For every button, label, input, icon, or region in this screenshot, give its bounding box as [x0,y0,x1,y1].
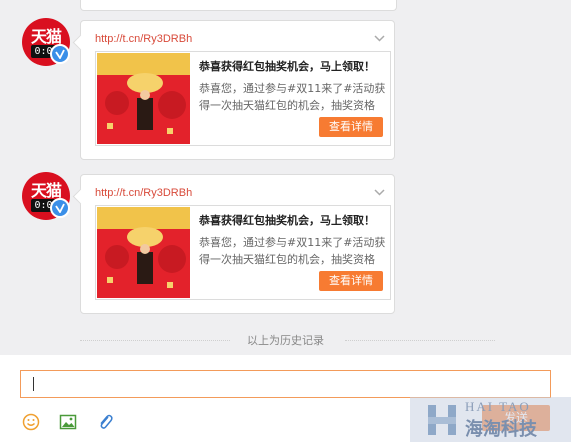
smiley-icon[interactable] [22,413,40,431]
promo-card[interactable]: 恭喜获得红包抽奖机会，马上领取！ 恭喜您，通过参与#双11来了#活动获得一次抽天… [95,51,391,146]
text-caret [33,377,34,391]
h-logo-icon [428,405,456,435]
promo-title: 恭喜获得红包抽奖机会，马上领取！ [199,60,375,73]
message-bubble: http://t.cn/Ry3DRBh 恭喜获得红包抽奖机会，马上领取！ 恭喜您… [72,20,395,160]
promo-description: 恭喜您，通过参与#双11来了#活动获得一次抽天猫红包的机会，抽奖资格 [199,236,386,266]
image-icon[interactable] [59,413,77,431]
bubble-tail [72,34,89,51]
watermark-en: HAI TAO [465,399,531,414]
promo-thumbnail [97,53,190,144]
message-bubble: http://t.cn/Ry3DRBh 恭喜获得红包抽奖机会，马上领取！ 恭喜您… [72,174,395,314]
verified-icon [50,198,70,218]
chevron-down-icon[interactable] [374,35,385,42]
view-details-button[interactable]: 查看详情 [319,271,383,291]
promo-card[interactable]: 恭喜获得红包抽奖机会，马上领取！ 恭喜您，通过参与#双11来了#活动获得一次抽天… [95,205,391,300]
view-details-button[interactable]: 查看详情 [319,117,383,137]
watermark-logo: HAI TAO 海淘科技 [410,397,571,442]
divider-line-right [345,340,495,341]
promo-description: 恭喜您，通过参与#双11来了#活动获得一次抽天猫红包的机会，抽奖资格 [199,82,386,112]
bubble-tail [72,188,89,205]
promo-title: 恭喜获得红包抽奖机会，马上领取！ [199,214,375,227]
message-input[interactable] [20,370,551,398]
history-divider: 以上为历史记录 [0,332,571,348]
verified-icon [50,44,70,64]
watermark-cn: 海淘科技 [465,419,537,440]
promo-thumbnail [97,207,190,298]
previous-message-bubble [80,0,397,11]
paperclip-icon[interactable] [96,413,114,431]
chevron-down-icon[interactable] [374,189,385,196]
message-link[interactable]: http://t.cn/Ry3DRBh [95,187,192,199]
chat-history-panel: 天猫 0:0 http://t.cn/Ry3DRBh 恭喜获得红包抽奖机会，马上… [0,0,571,355]
message-link[interactable]: http://t.cn/Ry3DRBh [95,33,192,45]
